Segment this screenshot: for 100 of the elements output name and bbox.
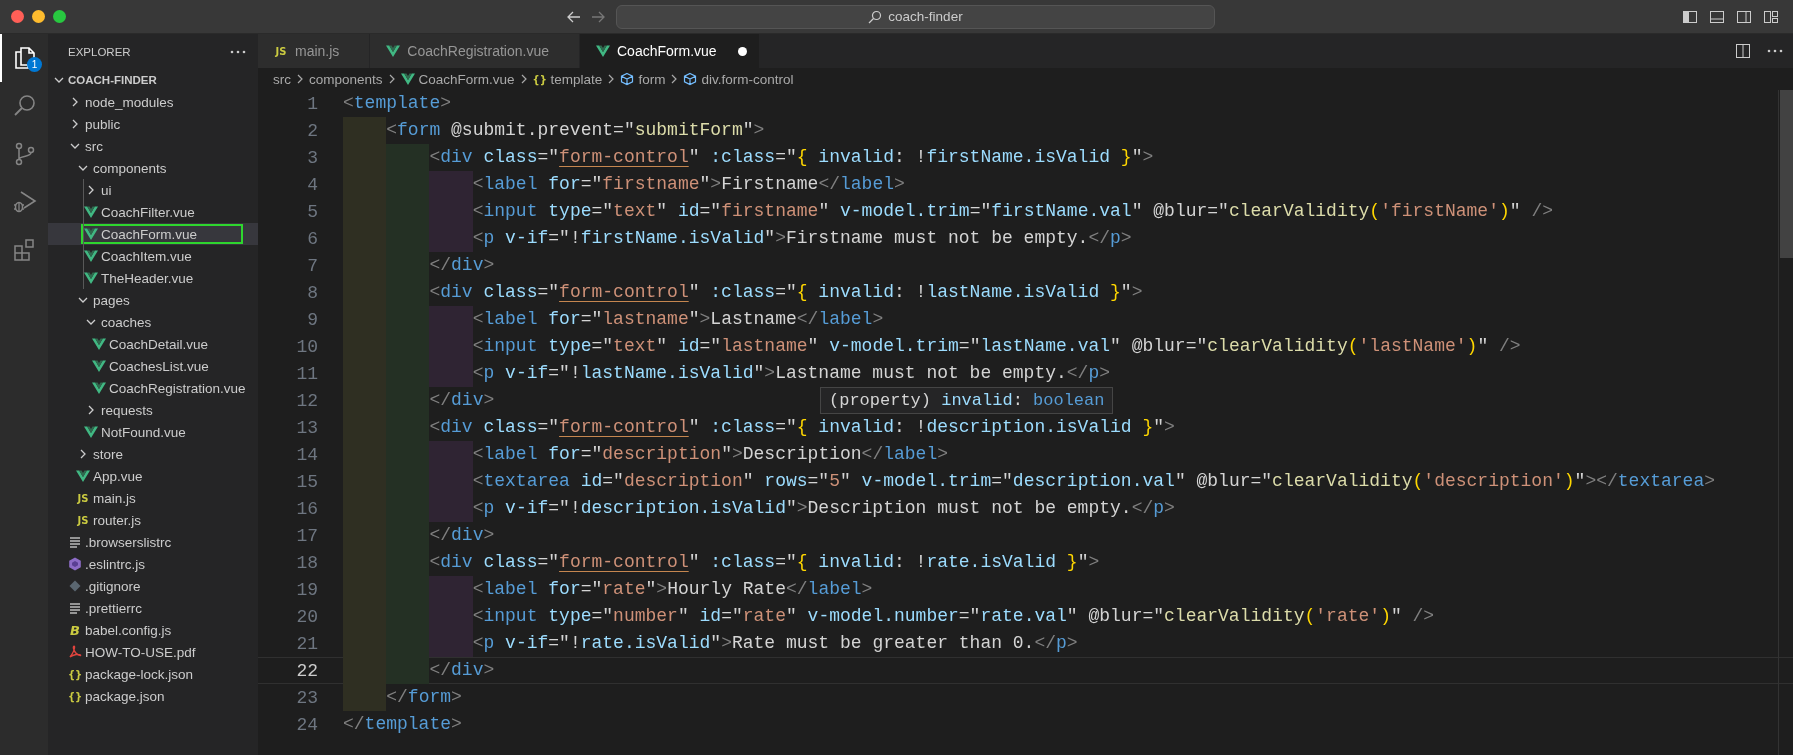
panel-toggle-icon[interactable] [1709,8,1725,25]
files-icon[interactable] [12,45,38,71]
tree-item[interactable]: store [48,443,258,465]
tree-item[interactable]: CoachForm.vue [48,223,258,245]
line-number: 21 [295,633,318,654]
line-number: 24 [295,714,318,735]
line-number: 1 [306,93,318,114]
minimize-button[interactable] [32,10,45,23]
tree-item[interactable]: src [48,135,258,157]
code-line: <textarea id="description" rows="5" v-model.trim="description.val" @blur="clearValidity('description')"></textarea> [343,468,1716,495]
tree-item[interactable]: CoachesList.vue [48,355,258,377]
tree-item[interactable]: B babel.config.js [48,619,258,641]
tree-item[interactable]: CoachRegistration.vue [48,377,258,399]
vue-icon [92,381,106,395]
line-number: 11 [295,363,318,384]
chevron-right-icon [295,73,305,85]
tree-item[interactable]: NotFound.vue [48,421,258,443]
line-number: 9 [306,309,318,330]
vue-icon [92,337,106,351]
sidebar-toggle-icon[interactable] [1682,8,1698,25]
code-line: </div> [343,522,495,549]
notification-badge: 1 [27,57,42,72]
breadcrumb-item[interactable]: components [309,71,383,87]
tree-item[interactable]: ui [48,179,258,201]
tree-item[interactable]: TheHeader.vue [48,267,258,289]
code-line: <label for="firstname">Firstname</label> [343,171,905,198]
tree-item[interactable]: .prettierrc [48,597,258,619]
more-actions-icon[interactable] [230,49,246,54]
braces-icon: {} [68,668,82,680]
tree-item[interactable]: App.vue [48,465,258,487]
breadcrumb-item[interactable]: div.form-control [683,71,794,87]
tree-item[interactable]: components [48,157,258,179]
line-number: 7 [306,255,318,276]
code-line: </div> [343,657,495,684]
js-icon: JS [76,514,90,526]
line-number: 12 [295,390,318,411]
breadcrumb-item[interactable]: src [273,71,291,87]
tree-item[interactable]: pages [48,289,258,311]
line-number: 5 [306,201,318,222]
tree-item[interactable]: HOW-TO-USE.pdf [48,641,258,663]
editor-tab[interactable]: CoachForm.vue [580,34,760,68]
section-header[interactable]: COACH-FINDER [48,69,258,91]
vue-icon [76,469,90,483]
line-number: 23 [295,687,318,708]
breadcrumb-item[interactable]: {} template [532,71,603,87]
code-line: <input type="text" id="firstname" v-model.trim="firstName.val" @blur="clearValidity('firstName')" /> [343,198,1553,225]
tree-item[interactable]: public [48,113,258,135]
js-icon: JS [76,492,90,504]
tree-item[interactable]: JS main.js [48,487,258,509]
line-number: 15 [295,471,318,492]
run-debug-icon[interactable] [12,189,38,215]
tree-item[interactable]: CoachItem.vue [48,245,258,267]
code-line: </form> [343,684,462,711]
vue-icon [84,205,98,219]
maximize-button[interactable] [53,10,66,23]
tree-item[interactable]: .browserslistrc [48,531,258,553]
vue-icon [84,249,98,263]
code-line: <form @submit.prevent="submitForm"> [343,117,765,144]
vue-icon [596,44,610,58]
tree-item[interactable]: {} package-lock.json [48,663,258,685]
tree-item[interactable]: .eslintrc.js [48,553,258,575]
search-field[interactable]: coach-finder [616,4,1215,29]
tree-item[interactable]: coaches [48,311,258,333]
line-number: 17 [295,525,318,546]
line-number: 4 [306,174,318,195]
code-line: <div class="form-control" :class="{ invalid: !rate.isValid }"> [343,549,1100,576]
vue-icon [92,359,106,373]
tree-item[interactable]: CoachFilter.vue [48,201,258,223]
line-number: 14 [295,444,318,465]
tree-item[interactable]: node_modules [48,91,258,113]
tree-item[interactable]: requests [48,399,258,421]
tree-item[interactable]: CoachDetail.vue [48,333,258,355]
line-number: 22 [295,660,318,681]
lines-icon [68,601,82,615]
close-button[interactable] [11,10,24,23]
line-number: 10 [295,336,318,357]
sidebar-title: EXPLORER [68,45,131,58]
breadcrumb-item[interactable]: form [620,71,666,87]
scrollbar-thumb[interactable] [1780,90,1793,258]
tree-item[interactable]: .gitignore [48,575,258,597]
split-editor-icon[interactable] [1735,43,1751,59]
hover-tooltip: (property) invalid: boolean [820,387,1114,414]
layout-grid-icon[interactable] [1763,8,1779,25]
line-number: 13 [295,417,318,438]
line-number: 2 [306,120,318,141]
code-line: <p v-if="!firstName.isValid">Firstname must not be empty.</p> [343,225,1132,252]
more-actions-icon[interactable] [1767,49,1783,53]
editor-tab[interactable]: CoachRegistration.vue [370,34,580,68]
code-line: <div class="form-control" :class="{ invalid: !description.isValid }"> [343,414,1175,441]
code-line: </div> [343,387,495,414]
breadcrumb-item[interactable]: CoachForm.vue [400,71,515,87]
editor-tab[interactable]: JS main.js [258,34,371,68]
split-layout-icon[interactable] [1736,8,1752,25]
code-line: <div class="form-control" :class="{ invalid: !firstName.isValid }"> [343,144,1154,171]
line-number: 19 [295,579,318,600]
tree-item[interactable]: {} package.json [48,685,258,707]
tree-item[interactable]: JS router.js [48,509,258,531]
line-number: 3 [306,147,318,168]
line-number: 16 [295,498,318,519]
js-icon: JS [274,45,288,57]
